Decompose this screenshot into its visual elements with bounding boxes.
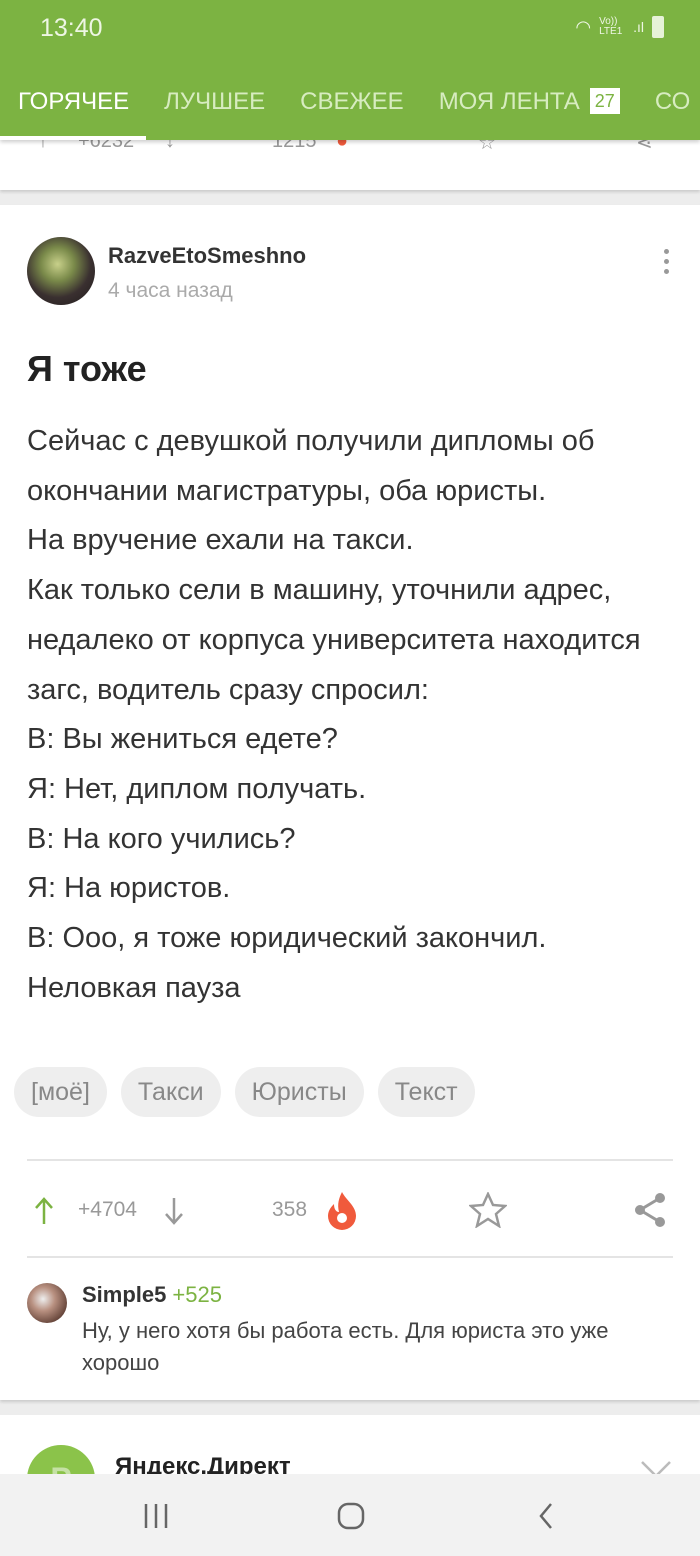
post-author[interactable]: RazveEtoSmeshno — [108, 243, 306, 269]
tag[interactable]: Такси — [120, 1067, 221, 1117]
tab-my-feed[interactable]: МОЯ ЛЕНТА 27 — [439, 80, 620, 140]
recent-apps-icon[interactable] — [142, 1502, 170, 1530]
feed-badge: 27 — [589, 88, 620, 114]
divider — [27, 1159, 673, 1161]
comment-author[interactable]: Simple5 — [82, 1282, 166, 1307]
app-header: 13:40 ◠ Vo)) LTE1 .ıl ГОРЯЧЕЕ ЛУЧШЕЕ СВЕ… — [0, 0, 700, 140]
status-icons: ◠ Vo)) LTE1 .ıl — [575, 16, 664, 38]
more-menu-icon[interactable] — [664, 249, 670, 274]
tab-communities[interactable]: СО — [655, 80, 690, 140]
post-time: 4 часа назад — [108, 279, 233, 302]
share-icon[interactable] — [633, 1192, 667, 1228]
comment-rating: +525 — [172, 1282, 222, 1307]
battery-icon — [652, 16, 664, 38]
post-rating: +4704 — [78, 1198, 137, 1221]
home-icon[interactable] — [336, 1501, 366, 1531]
signal-icon: .ıl — [633, 19, 644, 35]
tab-fresh[interactable]: СВЕЖЕЕ — [300, 80, 404, 140]
post-actions: +4704 358 — [0, 1190, 700, 1230]
post-body: Сейчас с девушкой получили дипломы об ок… — [27, 425, 641, 1004]
post-title[interactable]: Я тоже — [27, 348, 147, 390]
divider — [27, 1256, 673, 1258]
downvote-icon[interactable] — [163, 1196, 185, 1226]
upvote-icon[interactable] — [33, 1196, 55, 1226]
comments-count[interactable]: 358 — [272, 1190, 307, 1230]
author-avatar[interactable] — [27, 237, 95, 305]
tab-label: СВЕЖЕЕ — [300, 88, 404, 115]
tab-best[interactable]: ЛУЧШЕЕ — [164, 80, 265, 140]
fire-icon[interactable] — [326, 1190, 358, 1230]
tag[interactable]: [моё] — [14, 1067, 107, 1117]
star-icon[interactable] — [469, 1192, 507, 1228]
system-nav-bar — [0, 1474, 700, 1556]
tag[interactable]: Юристы — [234, 1067, 364, 1117]
tag[interactable]: Текст — [377, 1067, 475, 1117]
post-card: RazveEtoSmeshno 4 часа назад Я тоже Сейч… — [0, 205, 700, 1400]
tag-list: [моё] Такси Юристы Текст — [14, 1067, 475, 1117]
network-label: Vo)) LTE1 — [599, 16, 623, 37]
commenter-avatar[interactable] — [27, 1283, 67, 1323]
status-time: 13:40 — [40, 14, 103, 42]
tab-label: ЛУЧШЕЕ — [164, 88, 266, 115]
comment-author-line: Simple5 +525 — [82, 1282, 222, 1308]
back-icon[interactable] — [536, 1501, 556, 1531]
wifi-icon: ◠ — [575, 16, 592, 37]
tab-hot[interactable]: ГОРЯЧЕЕ — [0, 80, 147, 140]
tab-label: ГОРЯЧЕЕ — [18, 88, 130, 115]
tab-bar: ГОРЯЧЕЕ ЛУЧШЕЕ СВЕЖЕЕ МОЯ ЛЕНТА 27 СО — [0, 80, 700, 140]
tab-label: МОЯ ЛЕНТА — [438, 88, 580, 115]
tab-label: СО — [654, 88, 691, 115]
comment-text[interactable]: Ну, у него хотя бы работа есть. Для юрис… — [82, 1315, 672, 1379]
